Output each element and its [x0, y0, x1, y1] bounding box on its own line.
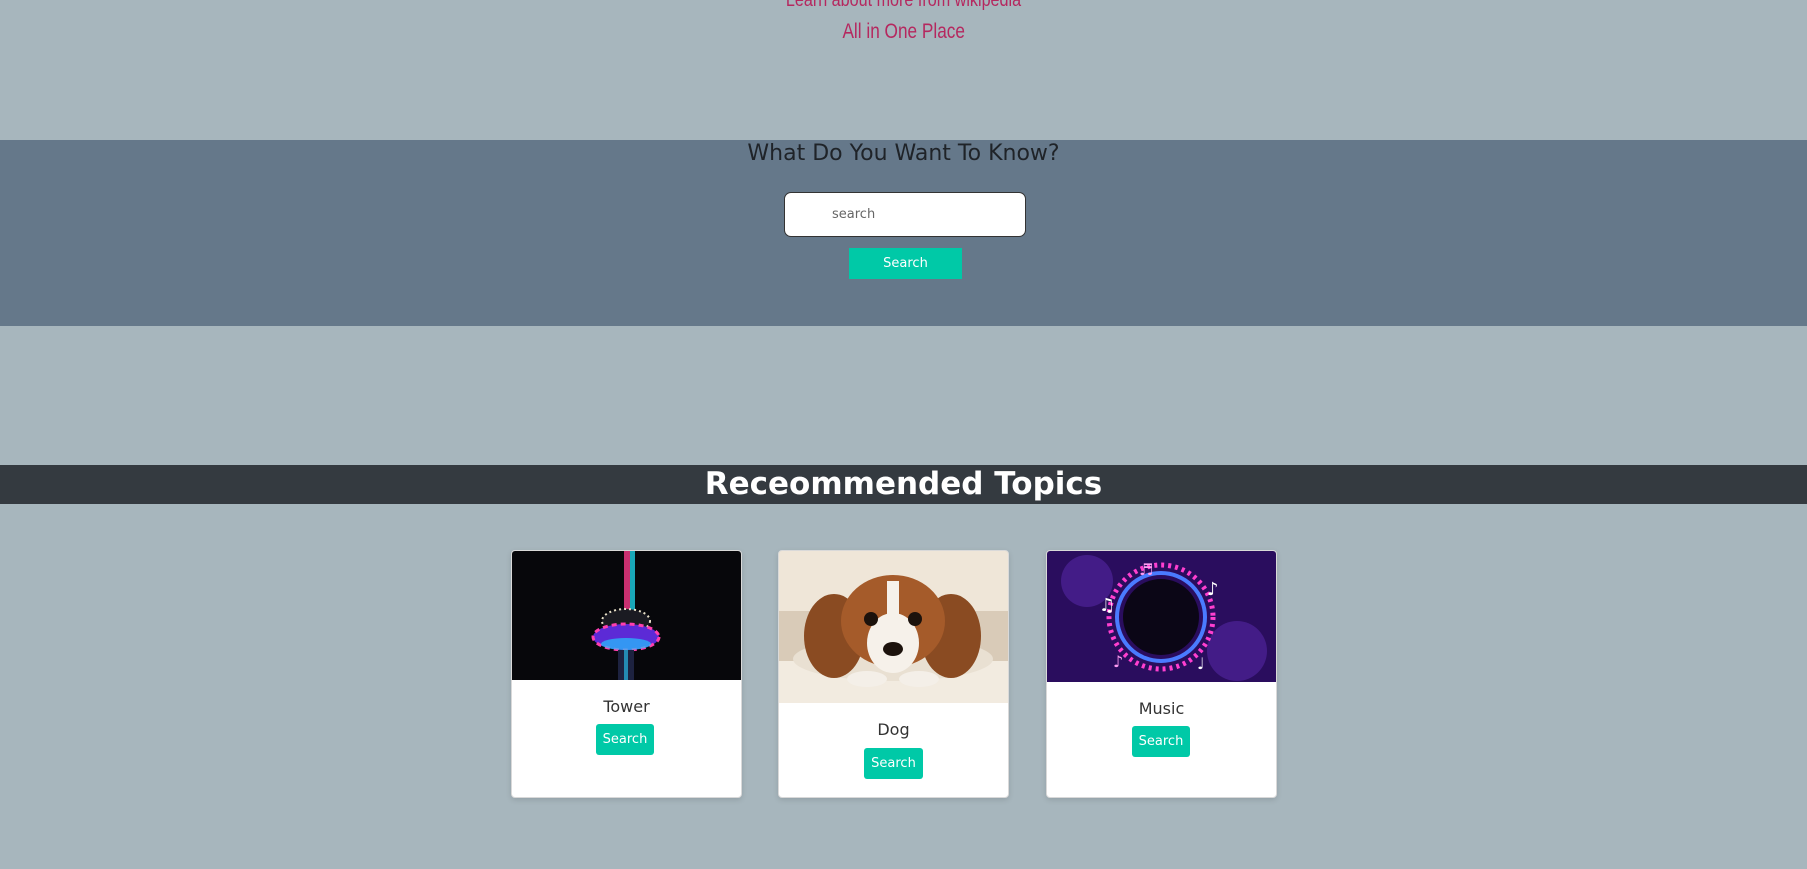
music-image: ♫ ♪ ♬ ♩ ♪ [1047, 551, 1276, 682]
search-heading: What Do You Want To Know? [747, 141, 1060, 166]
tower-search-button[interactable]: Search [596, 724, 654, 755]
tower-image [512, 551, 741, 680]
svg-text:♬: ♬ [1139, 560, 1153, 579]
svg-text:♫: ♫ [1099, 595, 1115, 616]
topic-card-tower: Tower Search [511, 550, 742, 798]
svg-text:♩: ♩ [1197, 654, 1205, 673]
hero-tagline: All in One Place [0, 20, 1807, 44]
dog-image [779, 551, 1008, 703]
topics-heading: Receommended Topics [704, 466, 1103, 502]
music-search-button[interactable]: Search [1132, 726, 1190, 757]
hero-tagline-top: Learn about more from wikipedia [785, 0, 1022, 11]
topic-card-music: ♫ ♪ ♬ ♩ ♪ Music Search [1046, 550, 1277, 798]
topic-card-dog: Dog Search [778, 550, 1009, 798]
card-title: Tower [603, 697, 650, 716]
search-input[interactable] [784, 192, 1026, 237]
svg-text:♪: ♪ [1113, 652, 1123, 671]
svg-text:♪: ♪ [1207, 579, 1219, 600]
dog-search-button[interactable]: Search [864, 748, 923, 779]
search-button[interactable]: Search [849, 248, 962, 279]
card-title: Dog [877, 720, 910, 739]
hero-tagline-text: All in One Place [842, 20, 965, 43]
card-title: Music [1138, 699, 1185, 718]
